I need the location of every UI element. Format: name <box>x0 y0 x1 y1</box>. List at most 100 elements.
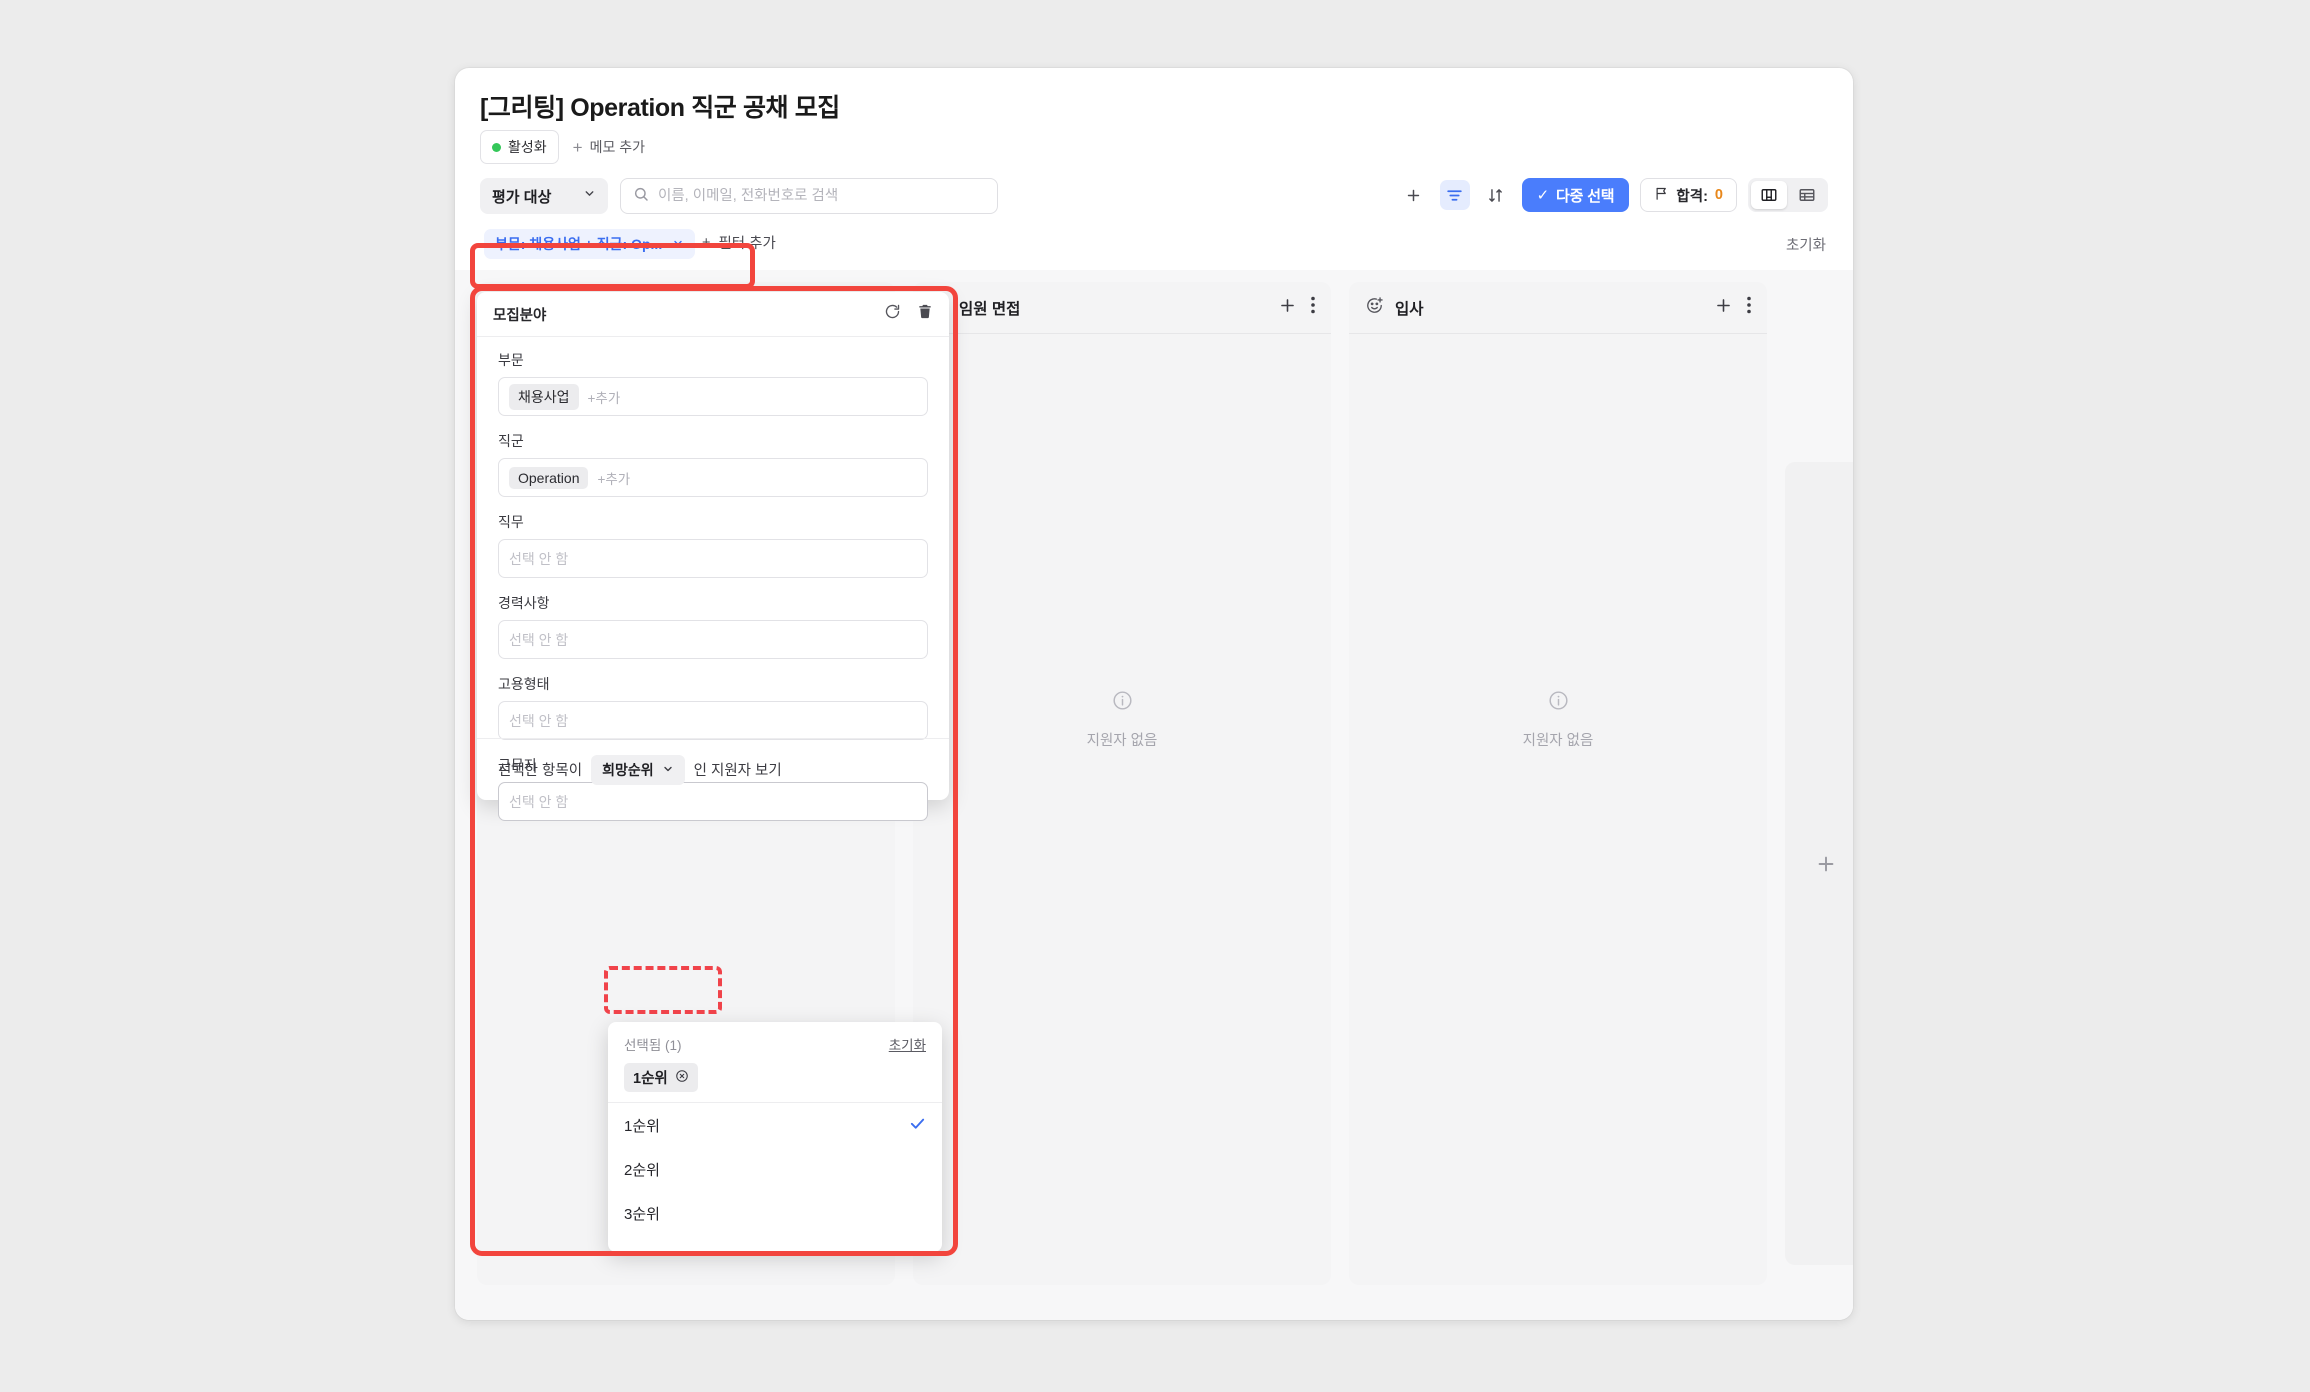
multi-select-label: 다중 선택 <box>1556 187 1615 205</box>
status-label: 활성화 <box>508 139 547 155</box>
column-header: 임원 면접 <box>913 282 1331 334</box>
flag-icon <box>1654 186 1669 205</box>
meta-row: 활성화 + 메모 추가 <box>480 130 645 164</box>
kanban-view-button[interactable] <box>1751 181 1787 209</box>
audience-select[interactable]: 평가 대상 <box>480 178 608 214</box>
filter-panel-title: 모집분야 <box>493 307 547 324</box>
add-column-button[interactable] <box>1785 462 1853 1265</box>
kanban-column: 입사 지원자 없음 <box>1349 282 1767 1285</box>
column-empty-state: 지원자 없음 <box>913 334 1331 1285</box>
employment-type-input[interactable]: 선택 안 함 <box>498 701 928 740</box>
add-button[interactable] <box>1399 180 1429 210</box>
rank-dropdown-selected-section: 선택됨 (1) 초기화 1순위 <box>608 1022 942 1103</box>
add-filter-label: 필터 추가 <box>718 236 776 252</box>
footer-suffix-text: 인 지원자 보기 <box>693 763 782 779</box>
check-icon: ✓ <box>1536 187 1550 204</box>
rank-dropdown-menu: 선택됨 (1) 초기화 1순위 1순위 2순위 3순위 <box>608 1022 942 1252</box>
check-icon <box>909 1115 926 1136</box>
status-dot-icon <box>492 142 501 152</box>
rank-option-label: 2순위 <box>624 1161 660 1179</box>
rank-option-label: 1순위 <box>624 1117 660 1135</box>
placeholder-text: 선택 안 함 <box>509 631 569 648</box>
delete-icon[interactable] <box>917 303 933 325</box>
rank-option-1[interactable]: 1순위 <box>608 1103 942 1147</box>
column-actions <box>1278 296 1315 320</box>
add-reaction-icon[interactable] <box>1365 296 1384 320</box>
rank-dropdown-selected-header: 선택됨 (1) 초기화 <box>624 1034 926 1054</box>
add-memo-label: 메모 추가 <box>589 139 645 155</box>
chevron-down-icon <box>672 236 684 252</box>
search-input[interactable] <box>658 188 985 204</box>
multi-select-button[interactable]: ✓ 다중 선택 <box>1521 178 1630 212</box>
column-title: 입사 <box>1395 300 1424 318</box>
info-icon <box>1112 690 1133 716</box>
filter-field-division: 부문 채용사업 +추가 <box>498 350 928 416</box>
rank-select-label: 희망순위 <box>602 761 654 778</box>
add-candidate-icon[interactable] <box>1278 296 1297 320</box>
filter-panel: 모집분야 부문 채용사업 +추가 직군 Operation +추가 직무 선택 … <box>477 292 949 821</box>
chevron-down-icon <box>583 187 596 205</box>
page-title: [그리팅] Operation 직군 공채 모집 <box>480 94 840 122</box>
placeholder-text: 선택 안 함 <box>509 712 569 729</box>
remove-icon[interactable] <box>675 1069 689 1087</box>
filter-panel-header: 모집분야 <box>477 292 949 337</box>
add-candidate-icon[interactable] <box>1714 296 1733 320</box>
selected-rank-chip[interactable]: 1순위 <box>624 1063 698 1092</box>
rank-option-label: 3순위 <box>624 1205 660 1223</box>
reset-filters-link[interactable]: 초기화 <box>1786 234 1826 255</box>
filter-bar: 부문: 채용사업 + 직군: Op... + 필터 추가 초기화 <box>480 228 1828 260</box>
search-box[interactable] <box>620 178 998 214</box>
column-empty-state: 지원자 없음 <box>1349 334 1767 1285</box>
view-toggle <box>1748 178 1828 212</box>
plus-icon: + <box>572 137 583 157</box>
info-icon <box>1548 690 1569 716</box>
field-label: 경력사항 <box>498 595 550 611</box>
screen-root: [그리팅] Operation 직군 공채 모집 활성화 + 메모 추가 평가 … <box>0 0 2310 1392</box>
active-filter-chip[interactable]: 부문: 채용사업 + 직군: Op... <box>484 229 696 259</box>
column-menu-icon[interactable] <box>1747 296 1751 319</box>
plus-icon: + <box>702 234 711 251</box>
kanban-column: 임원 면접 지원자 없음 <box>913 282 1331 1285</box>
refresh-icon[interactable] <box>884 303 901 325</box>
add-memo-button[interactable]: + 메모 추가 <box>573 137 645 157</box>
filter-field-job-role: 직무 선택 안 함 <box>498 512 928 578</box>
add-filter-button[interactable]: + 필터 추가 <box>702 232 776 253</box>
filter-field-experience: 경력사항 선택 안 함 <box>498 593 928 659</box>
placeholder-text: 선택 안 함 <box>509 550 569 567</box>
search-icon <box>633 186 649 207</box>
column-header: 입사 <box>1349 282 1767 334</box>
column-menu-icon[interactable] <box>1311 296 1315 319</box>
filter-button[interactable] <box>1439 180 1470 210</box>
chevron-down-icon <box>662 762 674 778</box>
add-value-label[interactable]: +추가 <box>588 387 621 407</box>
rank-select-trigger[interactable]: 희망순위 <box>591 754 685 785</box>
selected-tag[interactable]: 채용사업 <box>509 383 579 410</box>
rank-option-2[interactable]: 2순위 <box>608 1147 942 1191</box>
field-label: 부문 <box>498 352 524 368</box>
footer-prefix-text: 선택한 항목이 <box>498 763 583 779</box>
filter-panel-footer: 선택한 항목이 희망순위 인 지원자 보기 <box>477 738 949 800</box>
division-input[interactable]: 채용사업 +추가 <box>498 377 928 416</box>
audience-select-label: 평가 대상 <box>492 188 552 206</box>
table-view-button[interactable] <box>1789 181 1825 209</box>
job-role-input[interactable]: 선택 안 함 <box>498 539 928 578</box>
rank-option-3[interactable]: 3순위 <box>608 1191 942 1235</box>
job-group-input[interactable]: Operation +추가 <box>498 458 928 497</box>
sort-button[interactable] <box>1481 180 1511 210</box>
rank-reset-link[interactable]: 초기화 <box>889 1034 926 1054</box>
toolbar: ✓ 다중 선택 합격: 0 <box>1399 178 1828 212</box>
pass-count-button[interactable]: 합격: 0 <box>1640 178 1737 212</box>
add-value-label[interactable]: +추가 <box>597 468 630 488</box>
field-label: 고용형태 <box>498 676 550 692</box>
filter-panel-actions <box>884 303 933 325</box>
filter-field-job-group: 직군 Operation +추가 <box>498 431 928 497</box>
status-badge[interactable]: 활성화 <box>480 130 559 164</box>
active-filter-chip-label: 부문: 채용사업 + 직군: Op... <box>495 236 663 252</box>
selected-rank-chip-label: 1순위 <box>633 1071 668 1087</box>
experience-input[interactable]: 선택 안 함 <box>498 620 928 659</box>
column-actions <box>1714 296 1751 320</box>
column-title: 임원 면접 <box>959 300 1021 318</box>
controls-row: 평가 대상 이름, 이메일, 전화번호로 검색 ✓ 다중 선택 합격: 0 <box>480 178 1828 214</box>
selected-tag[interactable]: Operation <box>509 466 589 489</box>
empty-text: 지원자 없음 <box>1086 732 1158 749</box>
